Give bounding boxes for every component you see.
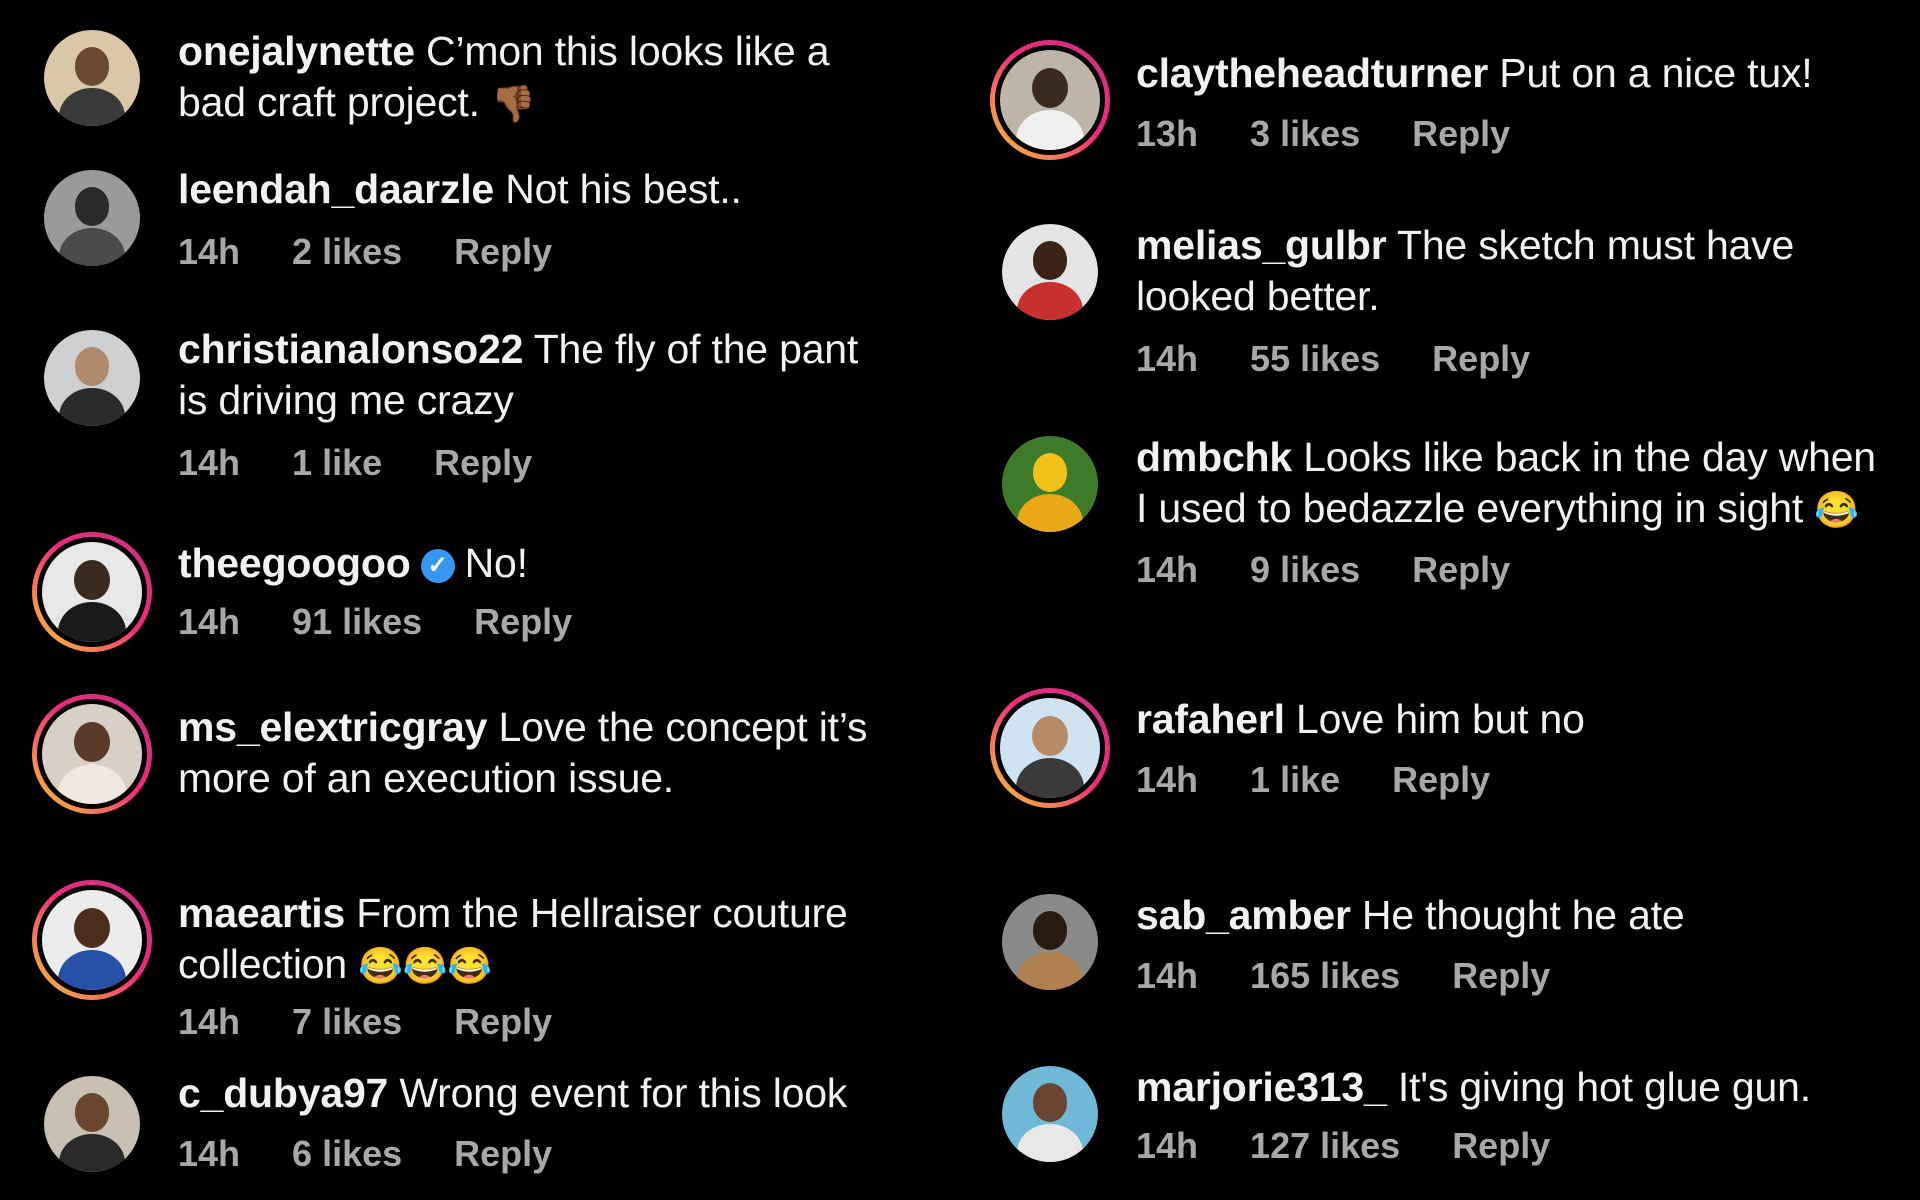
comment-time: 14h bbox=[178, 601, 241, 642]
comment-text: onejalynette C’mon this looks like a bad… bbox=[178, 26, 898, 129]
comment-time: 14h bbox=[178, 1133, 241, 1174]
comment-likes[interactable]: 1 like bbox=[292, 442, 382, 483]
comment-meta: 14h 7 likes Reply bbox=[178, 1001, 898, 1043]
comment-time: 13h bbox=[1136, 113, 1199, 154]
avatar[interactable] bbox=[44, 30, 140, 126]
comment-text: theegoogoo ✓ No! bbox=[178, 538, 898, 589]
reply-button[interactable]: Reply bbox=[1412, 549, 1510, 590]
comment-body: Not his best.. bbox=[505, 166, 742, 212]
avatar-story-ring[interactable] bbox=[990, 688, 1110, 808]
avatar[interactable] bbox=[44, 170, 140, 266]
comment-likes[interactable]: 9 likes bbox=[1250, 549, 1360, 590]
comment-time: 14h bbox=[178, 442, 241, 483]
comment-text: marjorie313_ It's giving hot glue gun. bbox=[1136, 1062, 1896, 1113]
reply-button[interactable]: Reply bbox=[1392, 759, 1490, 800]
comment-time: 14h bbox=[1136, 1125, 1199, 1166]
comment-body: Wrong event for this look bbox=[399, 1070, 848, 1116]
comment-body: No! bbox=[464, 540, 528, 586]
comment-username[interactable]: christianalonso22 bbox=[178, 326, 523, 372]
avatar[interactable] bbox=[1002, 436, 1098, 532]
comment-meta: 14h 6 likes Reply bbox=[178, 1133, 898, 1175]
comment-username[interactable]: melias_gulbr bbox=[1136, 222, 1387, 268]
comment-body: Love him but no bbox=[1296, 696, 1585, 742]
comment-meta: 14h 9 likes Reply bbox=[1136, 549, 1896, 591]
comment-likes[interactable]: 55 likes bbox=[1250, 338, 1380, 379]
comment-likes[interactable]: 165 likes bbox=[1250, 955, 1400, 996]
comment-username[interactable]: leendah_daarzle bbox=[178, 166, 494, 212]
comment-body: It's giving hot glue gun. bbox=[1397, 1064, 1811, 1110]
avatar[interactable] bbox=[44, 1076, 140, 1172]
comment-meta: 14h 1 like Reply bbox=[1136, 759, 1896, 801]
comment-time: 14h bbox=[1136, 955, 1199, 996]
verified-badge-icon: ✓ bbox=[420, 549, 455, 583]
avatar[interactable] bbox=[1002, 224, 1098, 320]
comment-text: dmbchk Looks like back in the day when I… bbox=[1136, 432, 1896, 535]
reply-button[interactable]: Reply bbox=[1432, 338, 1530, 379]
comment-likes[interactable]: 91 likes bbox=[292, 601, 422, 642]
reply-button[interactable]: Reply bbox=[1452, 1125, 1550, 1166]
comment-meta: 14h 127 likes Reply bbox=[1136, 1125, 1896, 1167]
reply-button[interactable]: Reply bbox=[474, 601, 572, 642]
comment-username[interactable]: maeartis bbox=[178, 890, 345, 936]
comment-meta: 14h 2 likes Reply bbox=[178, 231, 898, 273]
laughing-emoji: 😂 bbox=[1814, 489, 1859, 530]
avatar-story-ring[interactable] bbox=[32, 694, 152, 814]
comment-meta: 14h 55 likes Reply bbox=[1136, 338, 1896, 380]
comment-text: christianalonso22 The fly of the pant is… bbox=[178, 324, 898, 426]
comment-text: melias_gulbr The sketch must have looked… bbox=[1136, 220, 1896, 322]
comment-time: 14h bbox=[178, 231, 241, 272]
comment-text: ms_elextricgray Love the concept it’s mo… bbox=[178, 702, 898, 804]
comment-likes[interactable]: 6 likes bbox=[292, 1133, 402, 1174]
avatar[interactable] bbox=[44, 330, 140, 426]
thumbs-down-emoji: 👎🏾 bbox=[490, 83, 536, 124]
comment-text: claytheheadturner Put on a nice tux! bbox=[1136, 48, 1896, 99]
comment-text: rafaherl Love him but no bbox=[1136, 694, 1896, 745]
laughing-emoji: 😂😂😂 bbox=[358, 945, 493, 986]
comment-likes[interactable]: 3 likes bbox=[1250, 113, 1360, 154]
comment-username[interactable]: rafaherl bbox=[1136, 696, 1285, 742]
reply-button[interactable]: Reply bbox=[454, 231, 552, 272]
comment-body: He thought he ate bbox=[1361, 892, 1685, 938]
avatar-story-ring[interactable] bbox=[32, 880, 152, 1000]
comment-meta: 13h 3 likes Reply bbox=[1136, 113, 1896, 155]
comment-time: 14h bbox=[178, 1001, 241, 1042]
comment-likes[interactable]: 2 likes bbox=[292, 231, 402, 272]
comment-meta: 14h 165 likes Reply bbox=[1136, 955, 1896, 997]
comment-username[interactable]: c_dubya97 bbox=[178, 1070, 388, 1116]
comment-username[interactable]: theegoogoo bbox=[178, 540, 411, 586]
comment-meta: 14h 1 like Reply bbox=[178, 442, 898, 484]
comment-likes[interactable]: 127 likes bbox=[1250, 1125, 1400, 1166]
comment-time: 14h bbox=[1136, 549, 1199, 590]
comment-username[interactable]: claytheheadturner bbox=[1136, 50, 1488, 96]
avatar-story-ring[interactable] bbox=[990, 40, 1110, 160]
avatar-story-ring[interactable] bbox=[32, 532, 152, 652]
comment-likes[interactable]: 1 like bbox=[1250, 759, 1340, 800]
comment-username[interactable]: dmbchk bbox=[1136, 434, 1292, 480]
comment-username[interactable]: ms_elextricgray bbox=[178, 704, 487, 750]
reply-button[interactable]: Reply bbox=[434, 442, 532, 483]
reply-button[interactable]: Reply bbox=[1412, 113, 1510, 154]
comment-text: leendah_daarzle Not his best.. bbox=[178, 164, 898, 215]
avatar[interactable] bbox=[1002, 1066, 1098, 1162]
reply-button[interactable]: Reply bbox=[454, 1001, 552, 1042]
avatar[interactable] bbox=[1002, 894, 1098, 990]
comment-username[interactable]: sab_amber bbox=[1136, 892, 1351, 938]
comment-meta: 14h 91 likes Reply bbox=[178, 601, 898, 643]
comment-body: Put on a nice tux! bbox=[1499, 50, 1813, 96]
comment-text: maeartis From the Hellraiser couture col… bbox=[178, 888, 898, 991]
comment-time: 14h bbox=[1136, 759, 1199, 800]
comment-username[interactable]: marjorie313_ bbox=[1136, 1064, 1387, 1110]
comment-username[interactable]: onejalynette bbox=[178, 28, 415, 74]
comment-text: c_dubya97 Wrong event for this look bbox=[178, 1068, 898, 1119]
reply-button[interactable]: Reply bbox=[454, 1133, 552, 1174]
comment-time: 14h bbox=[1136, 338, 1199, 379]
comment-text: sab_amber He thought he ate bbox=[1136, 890, 1896, 941]
reply-button[interactable]: Reply bbox=[1452, 955, 1550, 996]
comment-likes[interactable]: 7 likes bbox=[292, 1001, 402, 1042]
